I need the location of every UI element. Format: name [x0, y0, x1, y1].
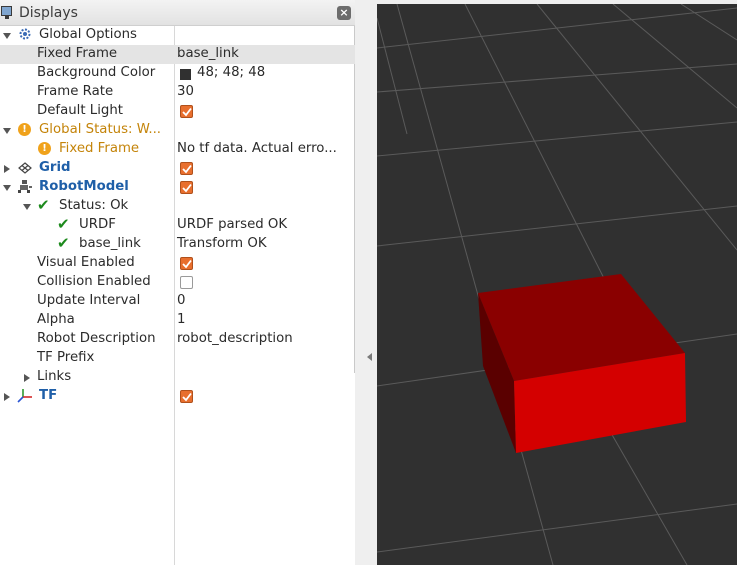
default-light-label: Default Light — [37, 103, 123, 118]
tree-row-collision-enabled[interactable]: Collision Enabled — [0, 273, 355, 292]
robot-icon — [17, 179, 33, 198]
urdf-label: URDF — [79, 217, 116, 232]
frame-rate-value[interactable]: 30 — [177, 84, 194, 99]
fixed-frame-value[interactable]: base_link — [177, 46, 239, 61]
tree-row-status-fixed-frame[interactable]: ! Fixed Frame No tf data. Actual erro... — [0, 140, 355, 159]
robot-description-value[interactable]: robot_description — [177, 331, 293, 346]
collision-enabled-checkbox[interactable] — [180, 276, 193, 289]
warning-icon: ! — [18, 123, 31, 136]
base-link-label: base_link — [79, 236, 141, 251]
tree-row-default-light[interactable]: Default Light — [0, 102, 355, 121]
render-viewport[interactable] — [377, 4, 737, 565]
tree-row-robot-model[interactable]: RobotModel — [0, 178, 355, 197]
tree-row-global-status[interactable]: ! Global Status: W... — [0, 121, 355, 140]
displays-titlebar: Displays × — [0, 0, 355, 26]
update-interval-value[interactable]: 0 — [177, 293, 185, 308]
collapse-arrow-icon[interactable] — [3, 33, 11, 39]
tf-label: TF — [39, 388, 58, 403]
close-panel-button[interactable]: × — [337, 6, 351, 20]
expand-arrow-icon[interactable] — [4, 393, 10, 401]
alpha-value[interactable]: 1 — [177, 312, 185, 327]
displays-panel: Displays × Global Options Fixed Frame ba… — [0, 0, 355, 565]
collapse-arrow-icon[interactable] — [3, 185, 11, 191]
tf-axes-icon — [17, 388, 33, 407]
grid-checkbox[interactable] — [180, 162, 193, 175]
tree-row-visual-enabled[interactable]: Visual Enabled — [0, 254, 355, 273]
update-interval-label: Update Interval — [37, 293, 141, 308]
tree-row-background-color[interactable]: Background Color 48; 48; 48 — [0, 64, 355, 83]
robot-model-label: RobotModel — [39, 179, 129, 194]
urdf-value: URDF parsed OK — [177, 217, 288, 232]
default-light-checkbox[interactable] — [180, 105, 193, 118]
base-link-value: Transform OK — [177, 236, 267, 251]
red-box[interactable] — [478, 274, 686, 453]
tree-row-base-link[interactable]: ✔ base_link Transform OK — [0, 234, 355, 254]
display-tree: Global Options Fixed Frame base_link Bac… — [0, 26, 355, 565]
status-fixed-frame-value: No tf data. Actual erro... — [177, 141, 337, 156]
checkmark-icon: ✔ — [37, 196, 50, 214]
gear-icon — [18, 27, 32, 45]
robot-model-checkbox[interactable] — [180, 181, 193, 194]
tf-prefix-label: TF Prefix — [37, 350, 95, 365]
monitor-icon — [1, 6, 12, 19]
background-color-label: Background Color — [37, 65, 156, 80]
tree-row-alpha[interactable]: Alpha 1 — [0, 311, 355, 330]
tree-row-frame-rate[interactable]: Frame Rate 30 — [0, 83, 355, 102]
tree-row-robot-description[interactable]: Robot Description robot_description — [0, 330, 355, 349]
grid-label: Grid — [39, 160, 71, 175]
checkmark-icon: ✔ — [57, 234, 70, 252]
warning-icon: ! — [38, 142, 51, 155]
panel-title: Displays — [19, 5, 78, 21]
tree-row-grid[interactable]: Grid — [0, 159, 355, 178]
grid-icon — [18, 162, 32, 178]
checkmark-icon: ✔ — [57, 215, 70, 233]
global-status-label: Global Status: W... — [39, 122, 162, 137]
tree-row-global-options[interactable]: Global Options — [0, 26, 355, 45]
fixed-frame-label: Fixed Frame — [37, 46, 118, 61]
panel-splitter[interactable] — [355, 0, 377, 565]
status-ok-label: Status: Ok — [59, 198, 129, 213]
frame-rate-label: Frame Rate — [37, 84, 114, 99]
collapse-arrow-icon[interactable] — [3, 128, 11, 134]
expand-arrow-icon[interactable] — [4, 165, 10, 173]
links-label: Links — [37, 369, 72, 384]
visual-enabled-label: Visual Enabled — [37, 255, 135, 270]
global-options-label: Global Options — [39, 27, 137, 42]
collision-enabled-label: Collision Enabled — [37, 274, 151, 289]
expand-arrow-icon[interactable] — [24, 374, 30, 382]
tf-checkbox[interactable] — [180, 390, 193, 403]
tree-row-update-interval[interactable]: Update Interval 0 — [0, 292, 355, 311]
color-swatch[interactable] — [180, 69, 191, 80]
robot-description-label: Robot Description — [37, 331, 156, 346]
status-fixed-frame-label: Fixed Frame — [59, 141, 140, 156]
visual-enabled-checkbox[interactable] — [180, 257, 193, 270]
alpha-label: Alpha — [37, 312, 75, 327]
background-color-value[interactable]: 48; 48; 48 — [197, 65, 265, 80]
tree-row-tf-prefix[interactable]: TF Prefix — [0, 349, 355, 368]
tree-row-status-ok[interactable]: ✔ Status: Ok — [0, 196, 355, 216]
tree-row-links[interactable]: Links — [0, 368, 355, 387]
collapse-left-arrow-icon[interactable] — [367, 353, 372, 361]
tree-row-fixed-frame[interactable]: Fixed Frame base_link — [0, 45, 355, 64]
scene-canvas[interactable] — [377, 4, 737, 565]
tree-row-urdf[interactable]: ✔ URDF URDF parsed OK — [0, 215, 355, 235]
tree-row-tf[interactable]: TF — [0, 387, 355, 406]
collapse-arrow-icon[interactable] — [23, 204, 31, 210]
